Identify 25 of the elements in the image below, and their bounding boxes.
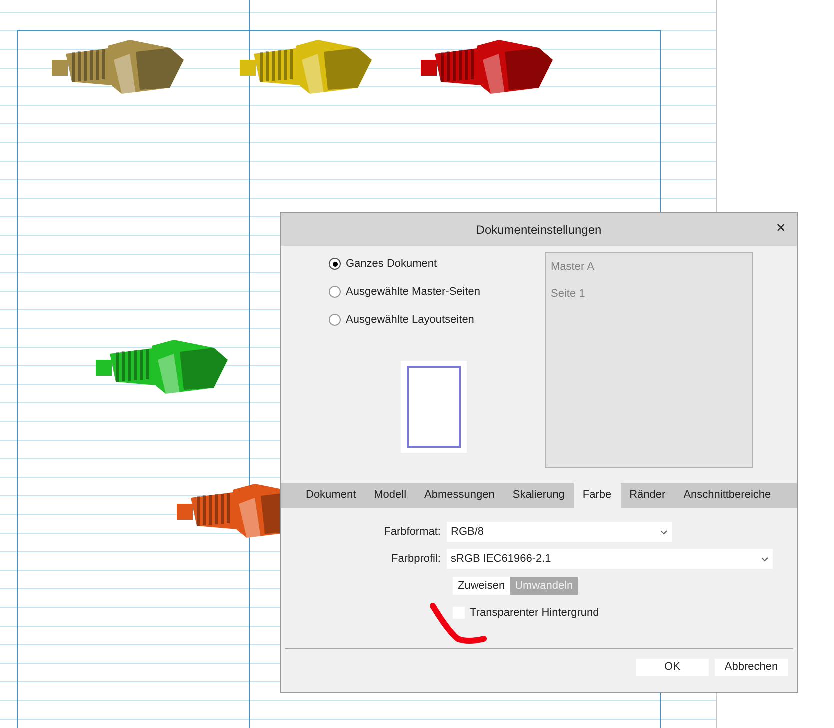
settings-tab[interactable]: Farbe <box>574 483 621 508</box>
select-field[interactable]: sRGB IEC61966-2.1 <box>447 549 773 569</box>
field-label: Farbprofil: <box>390 552 442 567</box>
dialog-button[interactable]: OK <box>636 658 709 676</box>
chevron-down-icon <box>660 530 668 534</box>
dialog-button[interactable]: Abbrechen <box>715 658 788 676</box>
field-label: Farbformat: <box>383 524 442 540</box>
select-field[interactable]: RGB/8 <box>447 522 672 542</box>
chevron-down-icon <box>761 556 769 562</box>
profile-button[interactable]: Zuweisen <box>453 577 510 595</box>
dialog-title: Dokumenteinstellungen <box>476 222 602 238</box>
checkbox-label: Transparenter Hintergrund <box>470 606 600 621</box>
radio-label: Ausgewählte Layoutseiten <box>346 312 474 328</box>
close-button[interactable]: × <box>771 220 791 238</box>
radio-label: Ausgewählte Master-Seiten <box>346 284 481 300</box>
radio-button[interactable] <box>329 258 341 270</box>
settings-tab[interactable]: Skalierung <box>504 483 574 508</box>
settings-tab[interactable]: Anschnittbereiche <box>674 483 780 508</box>
settings-tab[interactable]: Ränder <box>620 483 675 508</box>
settings-tab[interactable]: Dokument <box>297 483 366 508</box>
radio-button[interactable] <box>329 286 341 298</box>
radio-button[interactable] <box>329 314 341 326</box>
radio-label: Ganzes Dokument <box>346 256 438 272</box>
settings-tab[interactable]: Modell <box>365 483 416 508</box>
settings-tab[interactable]: Abmessungen <box>416 483 504 508</box>
